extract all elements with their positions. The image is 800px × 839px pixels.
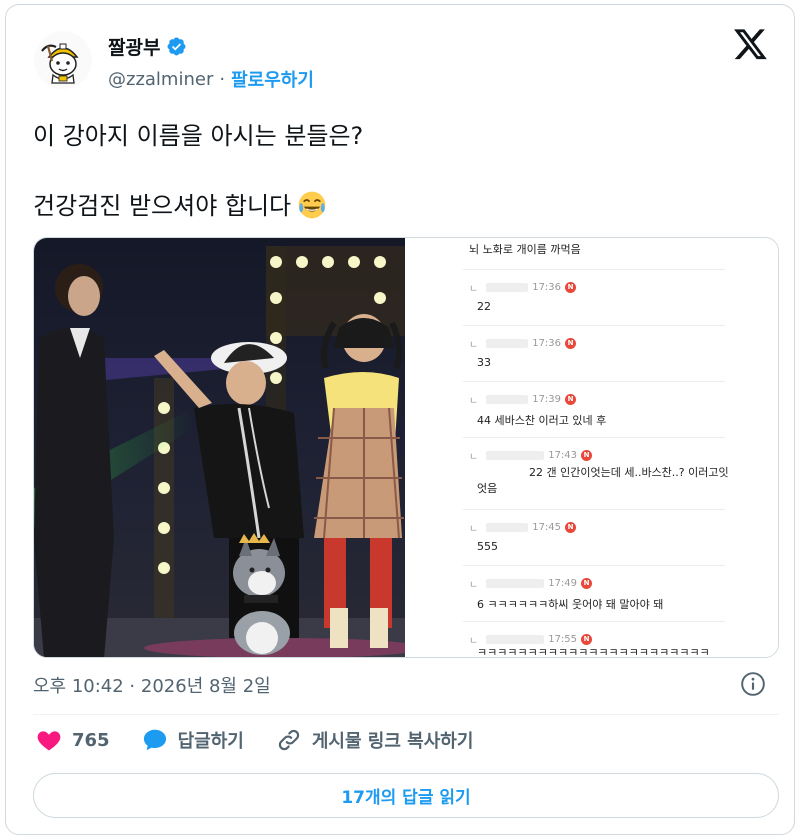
tweet-card: 짤광부 @zzalminer · 팔로우하기 이 강아지 이름을 아시는 분들은…: [5, 4, 795, 835]
comment-time: 17:36: [532, 282, 562, 293]
divider: [33, 714, 779, 715]
comment-item: ㄴ 17:39 N 44 세바스찬 이러고 있네 후: [463, 382, 725, 438]
follow-button[interactable]: 팔로우하기: [231, 66, 314, 92]
comment-body: 555: [477, 540, 498, 553]
comment-body: 6 ㅋㅋㅋㅋㅋㅋ하씨 웃어야 돼 말아야 돼: [477, 598, 664, 611]
author-handle[interactable]: @zzalminer: [108, 69, 213, 90]
author-handle-row: @zzalminer · 팔로우하기: [108, 66, 314, 92]
comment-body: 뇌 노화로 개이름 까먹음: [469, 243, 581, 256]
comment-time: 17:36: [532, 338, 562, 349]
like-count: 765: [72, 729, 110, 751]
tweet-line-2: 건강검진 받으셔야 합니다: [33, 188, 363, 224]
comment-time: 17:43: [548, 450, 578, 461]
comment-item: ㄴ 17:45 N 555: [463, 510, 725, 566]
new-badge-icon: N: [565, 394, 577, 405]
new-badge-icon: N: [581, 578, 593, 589]
comment-item: ㄴ 17:36 N 33: [463, 326, 725, 382]
comment-screenshot: 뇌 노화로 개이름 까먹음 ㄴ 17:36 N 22 ㄴ 17:36 N 33 ㄴ 17:…: [405, 238, 778, 658]
new-badge-icon: N: [565, 282, 577, 293]
comment-body: 22 갠 인간이엇는데 세..바스찬..? 이러고잇: [529, 466, 729, 479]
tweet-timestamp[interactable]: 오후 10:42 · 2026년 8월 2일: [33, 672, 271, 698]
new-badge-icon: N: [581, 450, 593, 461]
x-logo-icon[interactable]: [734, 29, 768, 61]
comment-item: ㄴ 17:43 N 22 갠 인간이엇는데 세..바스찬..? 이러고잇 엇음: [463, 438, 729, 510]
heart-icon: [37, 731, 61, 751]
new-badge-icon: N: [565, 338, 577, 349]
tears-of-joy-emoji-icon: [298, 191, 326, 219]
speech-bubble-icon: [143, 729, 166, 751]
info-icon[interactable]: [740, 671, 766, 697]
comment-time: 17:49: [548, 578, 578, 589]
new-badge-icon: N: [565, 522, 577, 533]
tweet-line-2-text: 건강검진 받으셔야 합니다: [33, 192, 292, 220]
reply-marker: ㄴ: [469, 452, 479, 463]
tweet-media[interactable]: 뇌 노화로 개이름 까먹음 ㄴ 17:36 N 22 ㄴ 17:36 N 33 ㄴ 17:…: [33, 237, 779, 658]
tweet-line-1: 이 강아지 이름을 아시는 분들은?: [33, 122, 364, 150]
reply-marker: ㄴ: [469, 396, 479, 407]
reply-marker: ㄴ: [469, 580, 479, 591]
comment-item: ㄴ 17:55 N ㅋㅋㅋㅋㅋㅋㅋㅋㅋㅋㅋㅋㅋㅋㅋㅋㅋㅋㅋㅋㅋㅋㅋ: [463, 622, 725, 658]
separator: ·: [219, 68, 226, 90]
comment-body: 22: [477, 300, 491, 313]
link-icon: [278, 729, 299, 751]
comment-item: 뇌 노화로 개이름 까먹음: [463, 238, 725, 270]
reply-marker: ㄴ: [469, 284, 479, 295]
copy-link-button[interactable]: 게시물 링크 복사하기: [276, 727, 474, 753]
tweet-text: 이 강아지 이름을 아시는 분들은? 건강검진 받으셔야 합니다: [33, 118, 363, 224]
comment-time: 17:39: [532, 394, 562, 405]
comment-body: 33: [477, 356, 491, 369]
copy-link-label: 게시물 링크 복사하기: [311, 731, 474, 752]
read-replies-button[interactable]: 17개의 답글 읽기: [33, 773, 779, 818]
reply-button[interactable]: 답글하기: [142, 727, 244, 753]
comment-item: ㄴ 17:49 N 6 ㅋㅋㅋㅋㅋㅋ하씨 웃어야 돼 말아야 돼: [463, 566, 725, 622]
comment-body: ㅋㅋㅋㅋㅋㅋㅋㅋㅋㅋㅋㅋㅋㅋㅋㅋㅋㅋㅋㅋㅋㅋㅋ: [477, 646, 710, 658]
comment-time: 17:45: [532, 522, 562, 533]
reply-marker: ㄴ: [469, 524, 479, 535]
verified-badge-icon: [167, 37, 186, 56]
reply-marker: ㄴ: [469, 340, 479, 351]
tv-show-photo: [34, 238, 405, 657]
comment-body: 44 세바스찬 이러고 있네 후: [477, 414, 607, 427]
comment-body-continued: 엇음: [477, 482, 498, 495]
author-name-row: 짤광부: [108, 33, 187, 60]
read-replies-label: 17개의 답글 읽기: [341, 788, 471, 808]
comment-item: ㄴ 17:36 N 22: [463, 270, 725, 326]
avatar[interactable]: [34, 31, 92, 89]
reply-label: 답글하기: [177, 731, 244, 752]
action-bar: 765 답글하기 게시물 링크 복사하기: [36, 727, 505, 753]
like-button[interactable]: 765: [36, 727, 110, 753]
display-name[interactable]: 짤광부: [108, 33, 160, 60]
